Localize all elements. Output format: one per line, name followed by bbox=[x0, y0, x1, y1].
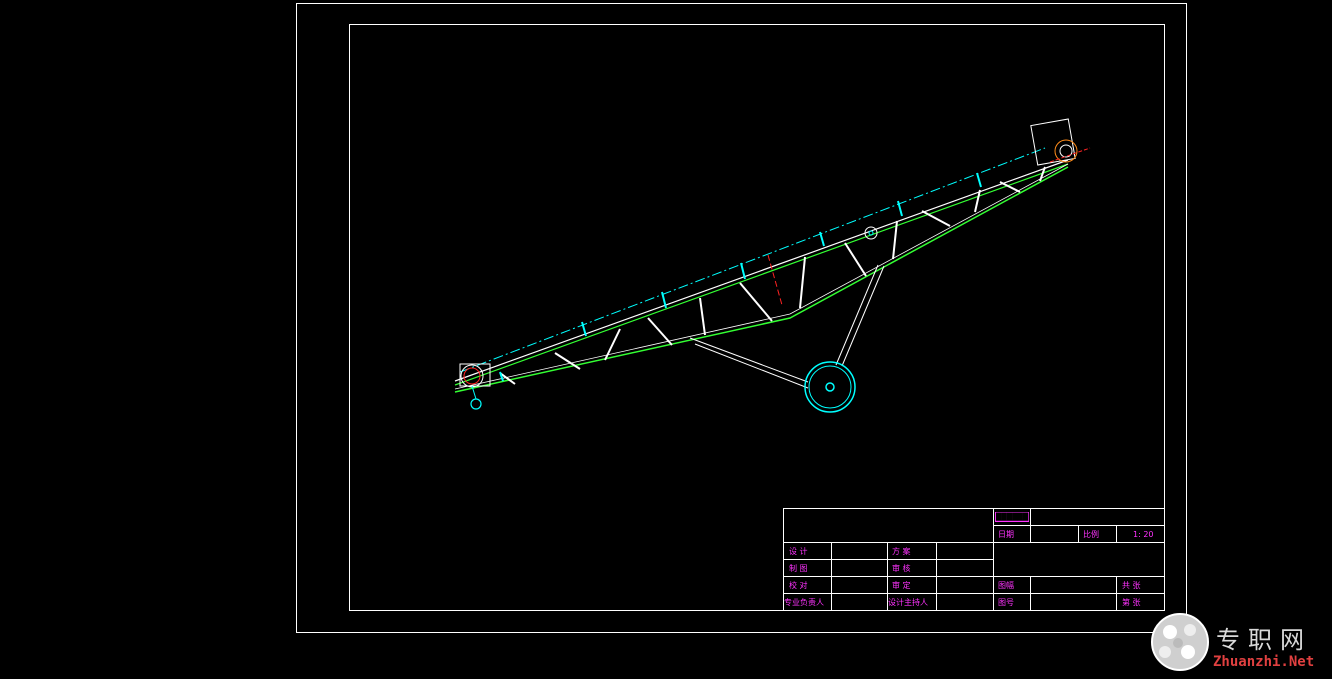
review-label: 审 核 bbox=[892, 564, 911, 573]
scheme-label: 方 案 bbox=[892, 547, 911, 556]
watermark-chinese: 专职网 bbox=[1216, 626, 1312, 654]
truss-webs bbox=[499, 166, 1046, 385]
scale-label: 比例 bbox=[1083, 530, 1099, 539]
scale-value: 1: 20 bbox=[1133, 530, 1154, 539]
outer-frame bbox=[296, 3, 1187, 633]
watermark-english: Zhuanzhi.Net bbox=[1213, 654, 1315, 670]
lower-chord bbox=[454, 166, 1069, 393]
lead-label: 专业负责人 bbox=[784, 598, 824, 607]
belt-top-line bbox=[459, 147, 1046, 373]
idlers bbox=[499, 172, 982, 382]
upper-chord-2 bbox=[454, 163, 1069, 386]
cad-drawing-canvas bbox=[296, 3, 1209, 671]
date-label: 日期 bbox=[998, 530, 1014, 539]
drawing-format-label: 图幅 bbox=[998, 581, 1014, 590]
upper-chord bbox=[454, 159, 1069, 382]
section-centerline bbox=[767, 254, 783, 306]
chief-label: 设计主持人 bbox=[888, 598, 928, 607]
sheet-number-label: 第 张 bbox=[1122, 598, 1141, 607]
drawing-number-label: 图号 bbox=[998, 598, 1014, 607]
inner-frame bbox=[349, 24, 1165, 611]
drawing-name: ██████ bbox=[995, 512, 1030, 522]
designer-label: 设 计 bbox=[789, 547, 808, 556]
head-pulley bbox=[1030, 118, 1091, 166]
watermark-logo-icon bbox=[1151, 613, 1209, 671]
ground-wheel bbox=[804, 361, 856, 413]
checker-label: 校 对 bbox=[789, 581, 808, 590]
title-block-grid bbox=[783, 508, 1165, 611]
conveyor-assembly bbox=[454, 118, 1091, 413]
total-sheets-label: 共 张 bbox=[1122, 581, 1141, 590]
drafter-label: 制 图 bbox=[789, 564, 808, 573]
approve-label: 审 定 bbox=[892, 581, 911, 590]
